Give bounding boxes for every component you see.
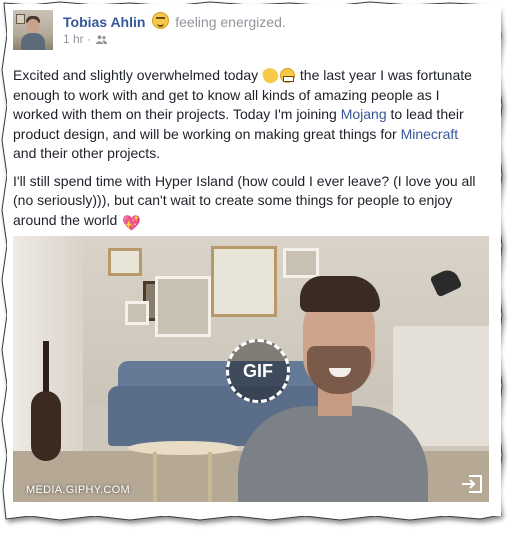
open-external-icon[interactable]: [461, 474, 483, 494]
gif-scene-person: [238, 406, 428, 502]
meta-separator: ·: [87, 32, 92, 46]
gif-scene-guitar: [43, 341, 49, 396]
minecraft-link[interactable]: Minecraft: [401, 126, 459, 142]
friends-icon[interactable]: [96, 35, 108, 44]
gif-scene-picture: [125, 301, 149, 325]
gif-scene-table: [208, 452, 212, 502]
gif-scene-picture: [108, 248, 142, 276]
post-body: Excited and slightly overwhelmed today t…: [13, 65, 483, 241]
gif-scene-person: [300, 276, 380, 312]
media-source-label[interactable]: MEDIA.GIPHY.COM: [26, 484, 130, 496]
mojang-link[interactable]: Mojang: [341, 106, 387, 122]
gif-media[interactable]: GIF MEDIA.GIPHY.COM: [13, 236, 489, 502]
paragraph-text: I'll still spend time with Hyper Island …: [13, 172, 476, 228]
heart-emoji-icon: 💖: [122, 214, 141, 232]
gif-play-badge[interactable]: GIF: [226, 339, 290, 403]
gif-scene-guitar: [31, 391, 61, 461]
post-meta: 1 hr ·: [63, 32, 108, 46]
post-card: Tobias Ahlin feeling energized. 1 hr · E…: [7, 4, 501, 516]
post-header: Tobias Ahlin feeling energized. 1 hr ·: [13, 10, 483, 56]
grimacing-face-icon: [280, 68, 296, 83]
timestamp[interactable]: 1 hr: [63, 32, 84, 46]
feeling-text: feeling energized.: [175, 14, 286, 30]
gif-scene-picture: [155, 276, 211, 337]
author-line: Tobias Ahlin feeling energized.: [63, 12, 286, 30]
paragraph-text: and their other projects.: [13, 145, 161, 161]
gif-scene-table: [153, 452, 157, 502]
clapping-hands-icon: [260, 65, 281, 86]
post-paragraph-1: Excited and slightly overwhelmed today t…: [13, 65, 483, 164]
author-name[interactable]: Tobias Ahlin: [63, 14, 145, 30]
gif-scene-picture: [283, 248, 319, 278]
gif-scene-picture: [211, 246, 277, 317]
avatar[interactable]: [13, 10, 53, 50]
post-paragraph-2: I'll still spend time with Hyper Island …: [13, 172, 483, 234]
gif-scene-table: [128, 441, 238, 455]
paragraph-text: Excited and slightly overwhelmed today: [13, 67, 263, 83]
energized-emoji-icon: [152, 12, 170, 29]
